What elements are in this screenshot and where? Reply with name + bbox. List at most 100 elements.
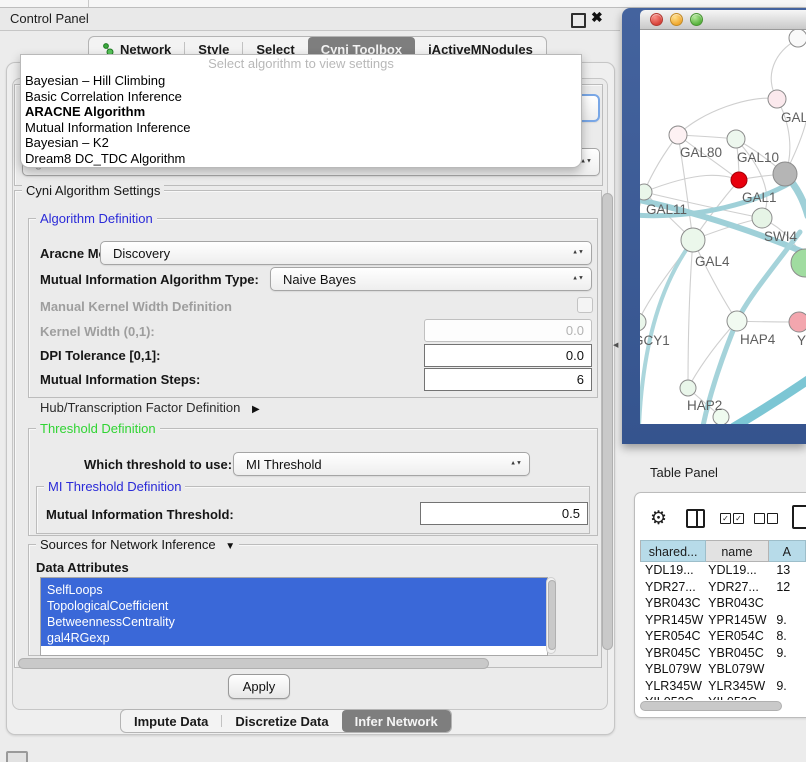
table-horizontal-scrollbar[interactable] xyxy=(640,701,782,711)
mi-type-label: Mutual Information Algorithm Type: xyxy=(40,272,259,287)
which-threshold-value: MI Threshold xyxy=(246,457,322,472)
column-layout-icon[interactable] xyxy=(686,509,705,528)
settings-horizontal-scrollbar[interactable] xyxy=(18,658,489,669)
bottom-tab-discretize-data[interactable]: Discretize Data xyxy=(222,710,341,732)
manual-kernel-checkbox[interactable] xyxy=(577,297,593,313)
network-edge-highlighted xyxy=(734,380,806,424)
which-threshold-combobox[interactable]: MI Threshold ▲▼ xyxy=(233,452,530,476)
table-row[interactable]: YBR043CYBR043C xyxy=(640,595,806,612)
network-node-node-pink-right[interactable] xyxy=(789,312,806,332)
column-header-shared[interactable]: shared... xyxy=(640,540,706,562)
network-view-canvas[interactable]: GALGAL80GAL10GAL1GAL11SWI4GAL4GCY1HAP4YH… xyxy=(640,30,806,424)
network-node-GAL11[interactable] xyxy=(640,184,652,200)
attributes-scrollbar-thumb[interactable] xyxy=(548,580,556,650)
table-cell: YPR145W xyxy=(706,612,768,629)
column-header-a[interactable]: A xyxy=(769,540,806,562)
table-cell: 9. xyxy=(768,612,806,629)
attribute-item-selfloops[interactable]: SelfLoops xyxy=(41,582,547,598)
network-edge xyxy=(688,321,737,388)
table-cell: YLR345W xyxy=(706,678,768,695)
attribute-item-topologicalcoefficient[interactable]: TopologicalCoefficient xyxy=(41,598,547,614)
kernel-width-label: Kernel Width (0,1): xyxy=(40,324,155,339)
sources-group-title: Sources for Network Inference ▼ xyxy=(36,537,239,552)
network-window-titlebar[interactable] xyxy=(640,10,806,30)
network-edge xyxy=(644,135,678,192)
algorithm-option-mutual-information-inference[interactable]: Mutual Information Inference xyxy=(21,120,581,136)
algorithm-option-bayesian-hill-climbing[interactable]: Bayesian – Hill Climbing xyxy=(21,73,581,89)
hub-definition-label[interactable]: Hub/Transcription Factor Definition ▶ xyxy=(40,400,260,415)
network-node-GAL1[interactable] xyxy=(731,172,747,188)
algorithm-option-bayesian-k2[interactable]: Bayesian – K2 xyxy=(21,135,581,151)
kernel-width-field[interactable]: 0.0 xyxy=(424,319,592,342)
document-icon[interactable] xyxy=(792,505,806,529)
algorithm-option-basic-correlation-inference[interactable]: Basic Correlation Inference xyxy=(21,89,581,105)
network-node-SWI4[interactable] xyxy=(752,208,772,228)
network-node-HAP2[interactable] xyxy=(680,380,696,396)
data-attributes-list[interactable]: SelfLoopsTopologicalCoefficientBetweenne… xyxy=(40,577,548,656)
table-cell xyxy=(768,595,806,612)
bottom-tab-infer-network[interactable]: Infer Network xyxy=(342,710,451,732)
collapse-down-arrow-icon[interactable]: ▼ xyxy=(225,541,235,552)
cyni-algorithm-settings-title: Cyni Algorithm Settings xyxy=(22,183,164,198)
table-row[interactable]: YPR145WYPR145W9. xyxy=(640,612,806,629)
algorithm-definition-title: Algorithm Definition xyxy=(36,211,157,226)
table-cell: 9. xyxy=(768,678,806,695)
node-label-gal: GAL xyxy=(781,110,806,125)
settings-vertical-scrollbar[interactable] xyxy=(602,193,613,650)
minimize-light-icon[interactable] xyxy=(670,13,683,26)
deselect-box-icon-2[interactable] xyxy=(767,513,778,524)
mi-type-combobox[interactable]: Naive Bayes ▲▼ xyxy=(270,267,592,291)
dock-panel-icon[interactable] xyxy=(6,751,28,762)
apply-button[interactable]: Apply xyxy=(228,674,290,699)
zoom-light-icon[interactable] xyxy=(690,13,703,26)
network-node-node-green-right[interactable] xyxy=(791,249,806,277)
algorithm-option-aracne-algorithm[interactable]: ARACNE Algorithm xyxy=(21,104,581,120)
table-row[interactable]: YDL19...YDL19...13 xyxy=(640,562,806,579)
table-cell: YDR27... xyxy=(640,579,706,596)
network-node-GAL80[interactable] xyxy=(669,126,687,144)
mi-type-value: Naive Bayes xyxy=(283,272,356,287)
attribute-item-gal4rgexp[interactable]: gal4RGexp xyxy=(41,630,547,646)
aracne-mode-combobox[interactable]: Discovery ▲▼ xyxy=(100,241,592,265)
dpi-tolerance-field[interactable]: 0.0 xyxy=(424,344,592,367)
dpi-tolerance-value: 0.0 xyxy=(566,348,584,363)
network-node-node-pink-top[interactable] xyxy=(768,90,786,108)
table-row[interactable]: YER054CYER054C8. xyxy=(640,628,806,645)
network-node-GAL10[interactable] xyxy=(727,130,745,148)
tab-label: Discretize Data xyxy=(235,714,328,729)
attributes-list-scrollbar[interactable] xyxy=(546,577,556,654)
table-row[interactable]: YBL079WYBL079W xyxy=(640,661,806,678)
network-edge xyxy=(644,175,739,192)
network-node-GAL4[interactable] xyxy=(681,228,705,252)
settings-gear-icon[interactable]: ⚙ xyxy=(650,507,667,530)
deselect-box-icon-1[interactable] xyxy=(754,513,765,524)
stepper-arrows-icon: ▲▼ xyxy=(572,277,584,282)
table-row[interactable]: YDR27...YDR27...12 xyxy=(640,579,806,596)
bottom-tab-impute-data[interactable]: Impute Data xyxy=(121,710,221,732)
attribute-item-betweennesscentrality[interactable]: BetweennessCentrality xyxy=(41,614,547,630)
table-row[interactable]: YBR045CYBR045C9. xyxy=(640,645,806,662)
aracne-mode-value: Discovery xyxy=(113,246,170,261)
dpi-tolerance-label: DPI Tolerance [0,1]: xyxy=(40,348,160,363)
mi-steps-field[interactable]: 6 xyxy=(424,368,592,391)
network-node-node-gray[interactable] xyxy=(773,162,797,186)
close-light-icon[interactable] xyxy=(650,13,663,26)
table-row[interactable]: YIL052CYIL052C xyxy=(640,694,806,700)
network-graph[interactable]: GALGAL80GAL10GAL1GAL11SWI4GAL4GCY1HAP4YH… xyxy=(640,30,806,424)
select-all-check-icon-2[interactable]: ✓ xyxy=(733,513,744,524)
expand-right-arrow-icon[interactable]: ▶ xyxy=(252,404,260,415)
algorithm-popup-hint: Select algorithm to view settings xyxy=(21,55,581,73)
algorithm-option-dream8-dc-tdc-algorithm[interactable]: Dream8 DC_TDC Algorithm xyxy=(21,151,581,167)
table-row[interactable]: YLR345WYLR345W9. xyxy=(640,678,806,695)
network-node-HAP4[interactable] xyxy=(727,311,747,331)
select-all-check-icon-1[interactable]: ✓ xyxy=(720,513,731,524)
close-icon[interactable]: ✖ xyxy=(591,9,603,26)
network-node-GCY1[interactable] xyxy=(640,313,646,331)
column-header-name[interactable]: name xyxy=(706,540,768,562)
splitter-collapse-icon[interactable]: ◀ xyxy=(613,341,618,349)
network-node-node-top-cut[interactable] xyxy=(789,30,806,47)
mi-threshold-field[interactable]: 0.5 xyxy=(420,502,588,525)
float-icon[interactable] xyxy=(571,13,586,28)
data-attributes-label: Data Attributes xyxy=(36,560,129,575)
node-label-gal11: GAL11 xyxy=(646,202,687,217)
